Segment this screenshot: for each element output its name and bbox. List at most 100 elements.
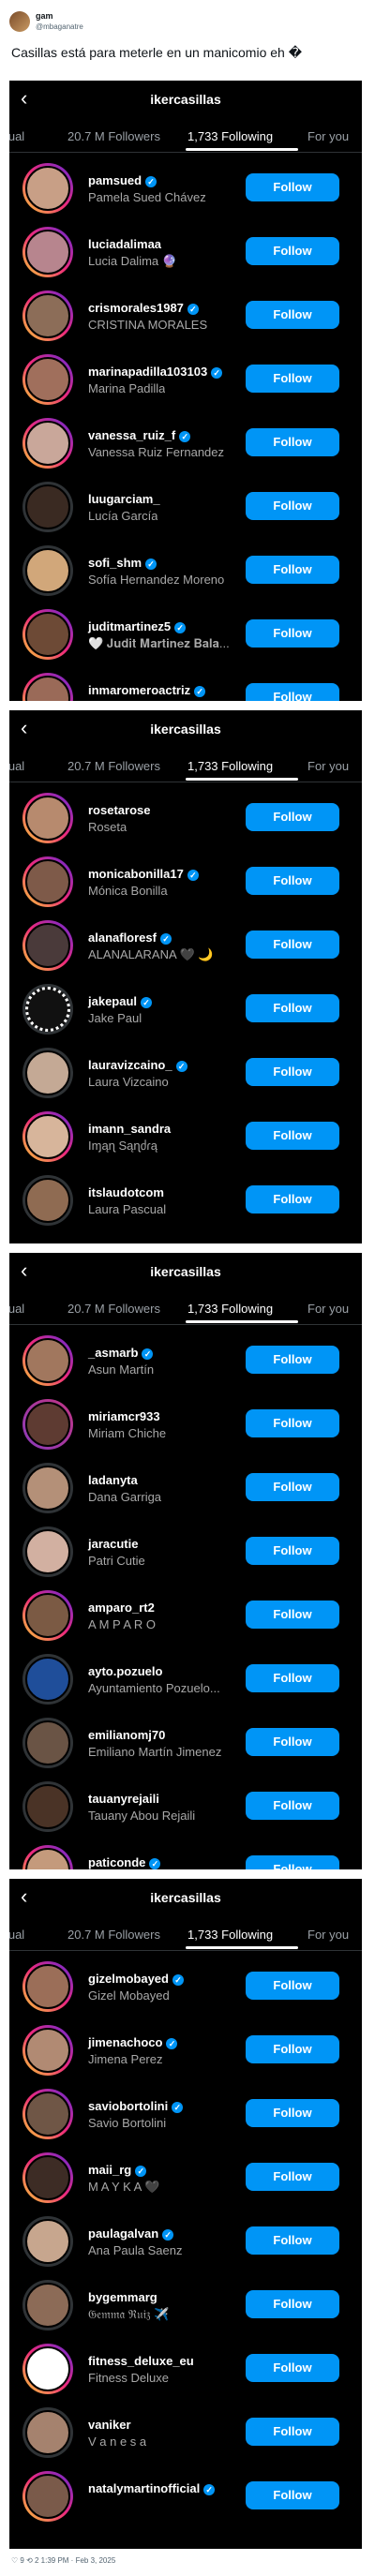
username[interactable]: imann_sandra [88, 1122, 171, 1136]
avatar-ring[interactable] [22, 2152, 73, 2203]
avatar[interactable] [25, 1114, 70, 1159]
avatar[interactable] [25, 676, 70, 701]
follow-button[interactable]: Follow [246, 1473, 339, 1501]
username[interactable]: lauravizcaino_ [88, 1058, 172, 1072]
username-row[interactable]: crismorales1987 ✓ [88, 301, 199, 315]
username-row[interactable]: _asmarb ✓ [88, 1346, 154, 1360]
following-list-item[interactable]: itslaudotcom Laura Pascual Follow [9, 1168, 362, 1233]
avatar[interactable] [25, 1720, 70, 1765]
following-list-item[interactable]: jimenachoco ✓ Jimena Perez Follow [9, 2018, 362, 2083]
username[interactable]: _asmarb [88, 1346, 138, 1360]
avatar[interactable] [25, 612, 70, 657]
avatar-ring[interactable] [22, 2471, 73, 2522]
avatar-ring[interactable] [22, 2407, 73, 2458]
follow-button[interactable]: Follow [246, 803, 339, 831]
username-row[interactable]: imann_sandra [88, 1122, 171, 1136]
username[interactable]: paticonde [88, 1855, 145, 1869]
follow-button[interactable]: Follow [246, 1664, 339, 1692]
avatar[interactable] [25, 2092, 70, 2137]
follow-button[interactable]: Follow [246, 2163, 339, 2191]
avatar[interactable] [25, 421, 70, 466]
tab-following[interactable]: 1,733 Following [188, 1302, 273, 1316]
following-list-item[interactable]: jaracutie Patri Cutie Follow [9, 1519, 362, 1585]
follow-button[interactable]: Follow [246, 931, 339, 959]
username[interactable]: amparo_rt2 [88, 1601, 155, 1615]
following-list-item[interactable]: miriamcr933 Miriam Chiche Follow [9, 1392, 362, 1457]
avatar-ring[interactable] [22, 2089, 73, 2139]
username-row[interactable]: saviobortolini ✓ [88, 2099, 184, 2113]
avatar-ring[interactable] [22, 1590, 73, 1641]
follow-button[interactable]: Follow [246, 2418, 339, 2446]
tab-for-you[interactable]: For you [308, 1928, 349, 1942]
avatar[interactable] [25, 1178, 70, 1223]
avatar[interactable] [25, 484, 70, 529]
following-list-item[interactable]: luciadalimaa Lucia Dalima 🔮 Follow [9, 219, 362, 285]
avatar-ring[interactable] [22, 856, 73, 907]
avatar-ring[interactable] [22, 1048, 73, 1098]
follow-button[interactable]: Follow [246, 867, 339, 895]
tab-mutual[interactable]: utual [9, 129, 24, 143]
username-row[interactable]: marinapadilla103103 ✓ [88, 365, 223, 379]
tab-followers[interactable]: 20.7 M Followers [68, 1302, 160, 1316]
avatar-ring[interactable] [22, 984, 73, 1035]
following-list-item[interactable]: crismorales1987 ✓ CRISTINA MORALES Follow [9, 283, 362, 349]
avatar-ring[interactable] [22, 1175, 73, 1226]
avatar[interactable] [25, 1050, 70, 1095]
username-row[interactable]: jaracutie [88, 1537, 138, 1551]
username-row[interactable]: monicabonilla17 ✓ [88, 867, 199, 881]
avatar-ring[interactable] [22, 482, 73, 532]
follow-button[interactable]: Follow [246, 365, 339, 393]
username[interactable]: pamsued [88, 173, 142, 187]
username-row[interactable]: luciadalimaa [88, 237, 161, 251]
following-list-item[interactable]: emilianomj70 Emiliano Martín Jimenez Fol… [9, 1710, 362, 1776]
avatar-ring[interactable] [22, 227, 73, 277]
follow-button[interactable]: Follow [246, 2099, 339, 2127]
username[interactable]: ayto.pozuelo [88, 1664, 162, 1678]
avatar-ring[interactable] [22, 1463, 73, 1513]
username[interactable]: saviobortolini [88, 2099, 168, 2113]
avatar[interactable] [25, 1657, 70, 1702]
follow-button[interactable]: Follow [246, 1058, 339, 1086]
username-row[interactable]: jakepaul ✓ [88, 994, 153, 1008]
avatar[interactable] [25, 548, 70, 593]
avatar-ring[interactable] [22, 1654, 73, 1705]
username[interactable]: inmaromeroactriz [88, 683, 190, 697]
avatar[interactable] [25, 1784, 70, 1829]
following-list-item[interactable]: alanafloresf ✓ ALANALARANA 🖤 🌙 Follow [9, 913, 362, 978]
follow-button[interactable]: Follow [246, 619, 339, 648]
username-row[interactable]: itslaudotcom [88, 1185, 164, 1199]
avatar-ring[interactable] [22, 2344, 73, 2394]
avatar[interactable] [25, 2410, 70, 2455]
username-row[interactable]: fitness_deluxe_eu [88, 2354, 194, 2368]
avatar-ring[interactable] [22, 1961, 73, 2012]
username-row[interactable]: luugarciam_ [88, 492, 160, 506]
following-list-item[interactable]: sofi_shm ✓ Sofía Hernandez Moreno Follow [9, 538, 362, 603]
avatar[interactable] [25, 1964, 70, 2009]
username-row[interactable]: alanafloresf ✓ [88, 931, 172, 945]
tab-following[interactable]: 1,733 Following [188, 1928, 273, 1942]
author-display-name[interactable]: gam [36, 11, 83, 22]
avatar-ring[interactable] [22, 920, 73, 971]
username-row[interactable]: ayto.pozuelo [88, 1664, 162, 1678]
avatar-ring[interactable] [22, 1718, 73, 1768]
tab-following[interactable]: 1,733 Following [188, 759, 273, 773]
username-row[interactable]: natalymartinofficial ✓ [88, 2481, 216, 2495]
username-row[interactable]: vaniker [88, 2418, 131, 2432]
username[interactable]: rosetarose [88, 803, 150, 817]
follow-button[interactable]: Follow [246, 173, 339, 201]
follow-button[interactable]: Follow [246, 1122, 339, 1150]
avatar[interactable] [25, 2028, 70, 2073]
following-list-item[interactable]: pamsued ✓ Pamela Sued Chávez Follow [9, 156, 362, 221]
follow-button[interactable]: Follow [246, 428, 339, 456]
follow-button[interactable]: Follow [246, 1346, 339, 1374]
username[interactable]: juditmartinez5 [88, 619, 171, 633]
username-row[interactable]: lauravizcaino_ ✓ [88, 1058, 188, 1072]
following-list-item[interactable]: _asmarb ✓ Asun Martín Follow [9, 1328, 362, 1393]
following-list-item[interactable]: ayto.pozuelo Ayuntamiento Pozuelo... Fol… [9, 1646, 362, 1712]
follow-button[interactable]: Follow [246, 1972, 339, 2000]
avatar-ring[interactable] [22, 673, 73, 701]
avatar-ring[interactable] [22, 1399, 73, 1450]
avatar-ring[interactable] [22, 2025, 73, 2076]
follow-button[interactable]: Follow [246, 301, 339, 329]
follow-button[interactable]: Follow [246, 1185, 339, 1214]
